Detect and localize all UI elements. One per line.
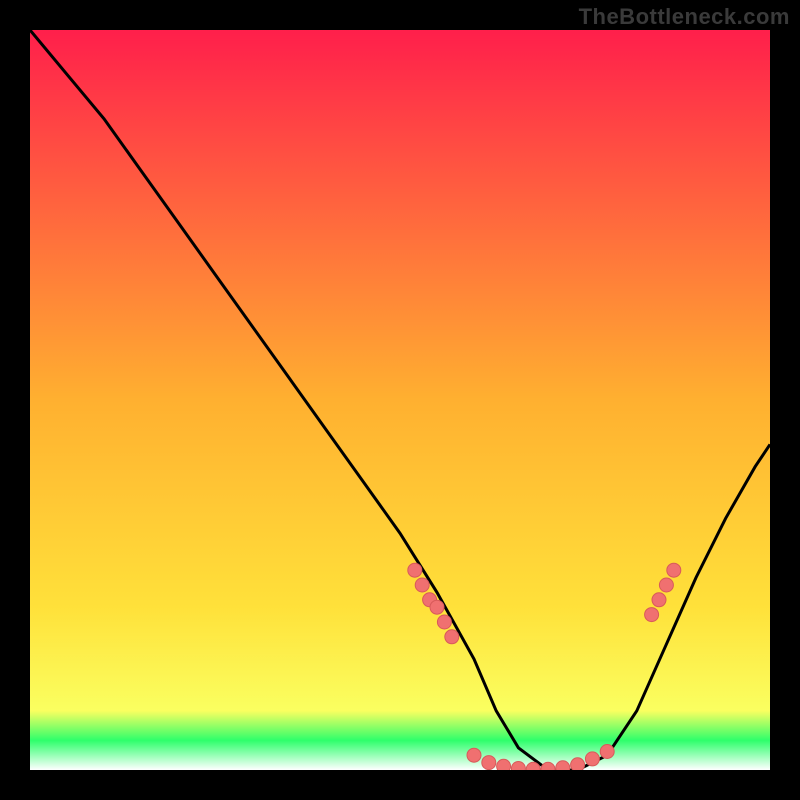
data-point	[652, 593, 666, 607]
data-point	[556, 761, 570, 770]
data-point	[600, 745, 614, 759]
data-point	[482, 756, 496, 770]
plot-area	[30, 30, 770, 770]
data-point	[571, 758, 585, 770]
data-point	[497, 759, 511, 770]
data-point	[467, 748, 481, 762]
data-point	[659, 578, 673, 592]
data-point	[645, 608, 659, 622]
data-point	[408, 563, 422, 577]
chart-container: TheBottleneck.com	[0, 0, 800, 800]
data-point	[585, 752, 599, 766]
data-point	[445, 630, 459, 644]
data-point	[430, 600, 444, 614]
watermark-text: TheBottleneck.com	[579, 4, 790, 30]
data-point	[667, 563, 681, 577]
data-point	[415, 578, 429, 592]
chart-svg	[30, 30, 770, 770]
data-point	[437, 615, 451, 629]
